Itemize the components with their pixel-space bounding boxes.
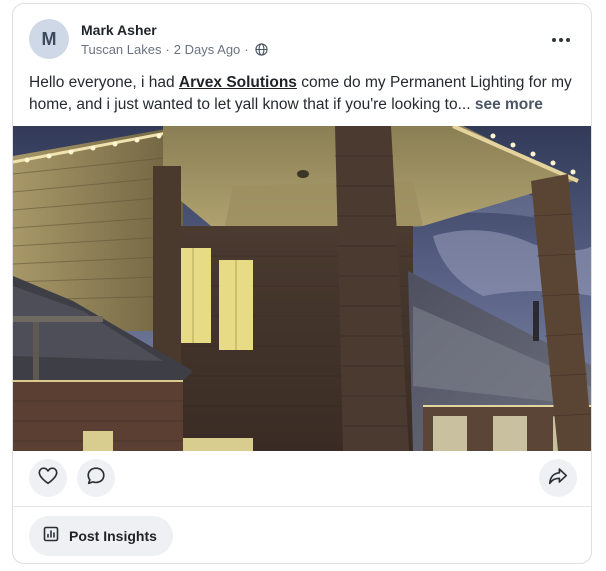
post-text: Hello everyone, i had Arvex Solutions co… bbox=[29, 72, 581, 116]
post-text-start: Hello everyone, i had bbox=[29, 74, 179, 91]
globe-icon bbox=[255, 43, 268, 56]
post-insights-button[interactable]: Post Insights bbox=[29, 516, 173, 556]
see-more-link[interactable]: see more bbox=[475, 96, 543, 113]
comment-button[interactable] bbox=[77, 459, 115, 497]
chart-icon bbox=[43, 526, 59, 547]
mention-link[interactable]: Arvex Solutions bbox=[179, 74, 297, 91]
divider bbox=[13, 506, 591, 507]
avatar-initial: M bbox=[41, 28, 57, 49]
author-name[interactable]: Mark Asher bbox=[81, 22, 157, 38]
post-card: M Mark Asher Tuscan Lakes · 2 Days Ago ·… bbox=[12, 3, 592, 564]
action-bar bbox=[29, 459, 577, 499]
location: Tuscan Lakes bbox=[81, 42, 162, 57]
like-button[interactable] bbox=[29, 459, 67, 497]
timestamp: 2 Days Ago bbox=[173, 42, 241, 57]
comment-icon bbox=[85, 465, 107, 492]
meta-separator: · bbox=[165, 42, 170, 57]
post-insights-label: Post Insights bbox=[69, 528, 157, 544]
heart-icon bbox=[37, 465, 59, 492]
post-meta: Tuscan Lakes · 2 Days Ago · bbox=[81, 42, 268, 57]
more-options-icon[interactable] bbox=[549, 30, 573, 50]
share-button[interactable] bbox=[539, 459, 577, 497]
post-photo[interactable] bbox=[13, 126, 591, 451]
meta-separator: · bbox=[244, 42, 249, 57]
ellipsis: ... bbox=[457, 96, 471, 113]
avatar[interactable]: M bbox=[29, 19, 69, 59]
share-icon bbox=[547, 465, 569, 492]
